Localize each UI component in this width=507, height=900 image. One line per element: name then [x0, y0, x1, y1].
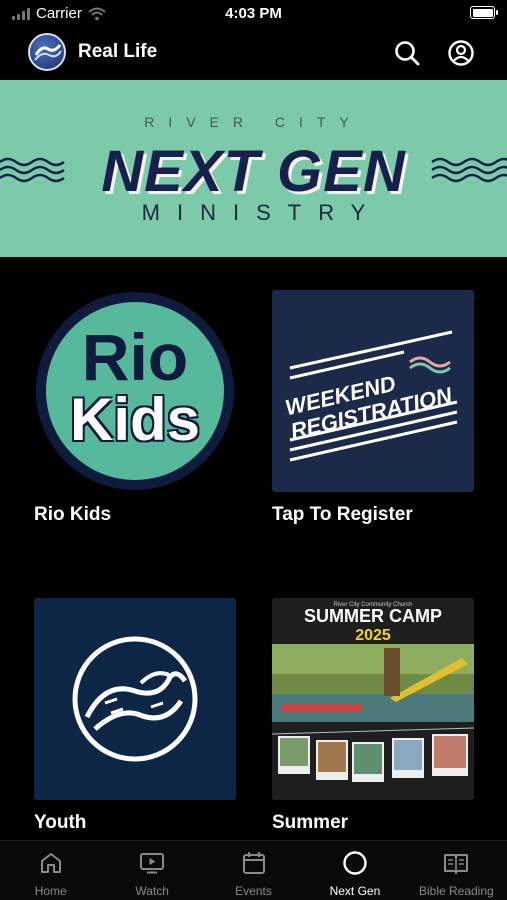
tab-watch[interactable]: Watch — [101, 841, 202, 900]
app-logo[interactable] — [28, 33, 66, 71]
search-icon[interactable] — [392, 38, 422, 68]
tab-label: Bible Reading — [418, 884, 494, 898]
tab-label: Home — [34, 884, 67, 898]
tile-register[interactable]: WEEKEND REGISTRATION Tap To Register — [272, 290, 474, 526]
rio-kids-art-text-1: Rio — [81, 320, 189, 394]
summer-camp-art: River City Community Church SUMMER CAMP … — [272, 598, 474, 800]
battery-fill — [472, 8, 493, 17]
rio-kids-art-text-2: Kids — [69, 386, 201, 453]
home-icon — [40, 853, 61, 873]
hero-subtitle-bottom: MINISTRY — [141, 200, 383, 225]
tile-label: Tap To Register — [272, 504, 413, 525]
tile-label: Summer — [272, 812, 349, 833]
weekend-registration-image: WEEKEND REGISTRATION — [272, 290, 474, 492]
status-time: 4:03 PM — [225, 5, 282, 22]
hero-subtitle-top: RIVER CITY — [144, 114, 363, 130]
camp-year-text: 2025 — [355, 627, 391, 644]
tile-summer-camp[interactable]: River City Community Church SUMMER CAMP … — [272, 598, 474, 834]
tab-events[interactable]: Events — [203, 841, 304, 900]
stripes-decoration: WEEKEND REGISTRATION — [283, 330, 458, 462]
tab-label: Events — [235, 884, 272, 898]
logo-mark-icon — [34, 44, 62, 61]
summer-camp-image: River City Community Church SUMMER CAMP … — [272, 598, 474, 800]
tile-label: Rio Kids — [34, 504, 112, 525]
status-bar: Carrier 4:03 PM — [0, 0, 507, 28]
nav-bar: Real Life — [0, 28, 507, 78]
tab-label: Watch — [135, 884, 169, 898]
user-circle-icon[interactable] — [446, 38, 476, 68]
rio-kids-badge-inner: Rio Kids — [46, 302, 224, 480]
hero-title: NEXT GEN — [101, 139, 406, 204]
app-title: Real Life — [78, 41, 158, 62]
youth-image — [34, 598, 236, 800]
battery-icon — [470, 6, 498, 19]
circle-icon — [343, 851, 367, 875]
tab-home[interactable]: Home — [0, 841, 101, 900]
tab-bible-reading[interactable]: Bible Reading — [406, 841, 507, 900]
rio-kids-badge: Rio Kids — [36, 292, 234, 490]
wave-logo-icon — [72, 636, 198, 762]
tv-icon — [140, 853, 165, 874]
tile-label: Youth — [34, 812, 87, 833]
camp-title-text: SUMMER CAMP — [304, 606, 442, 626]
book-icon — [444, 854, 469, 874]
hero-banner[interactable]: RIVER CITY NEXT GEN MINISTRY — [0, 80, 507, 257]
tab-label: Next Gen — [329, 884, 381, 898]
tile-rio-kids[interactable]: Rio Kids Rio Kids — [34, 290, 236, 526]
tile-youth[interactable]: Youth — [34, 598, 236, 834]
rio-kids-image: Rio Kids — [34, 290, 236, 492]
calendar-icon — [242, 852, 265, 874]
tab-next-gen[interactable]: Next Gen — [304, 841, 405, 900]
tab-bar: Home Watch Events Next Gen Bible Reading — [0, 840, 507, 900]
